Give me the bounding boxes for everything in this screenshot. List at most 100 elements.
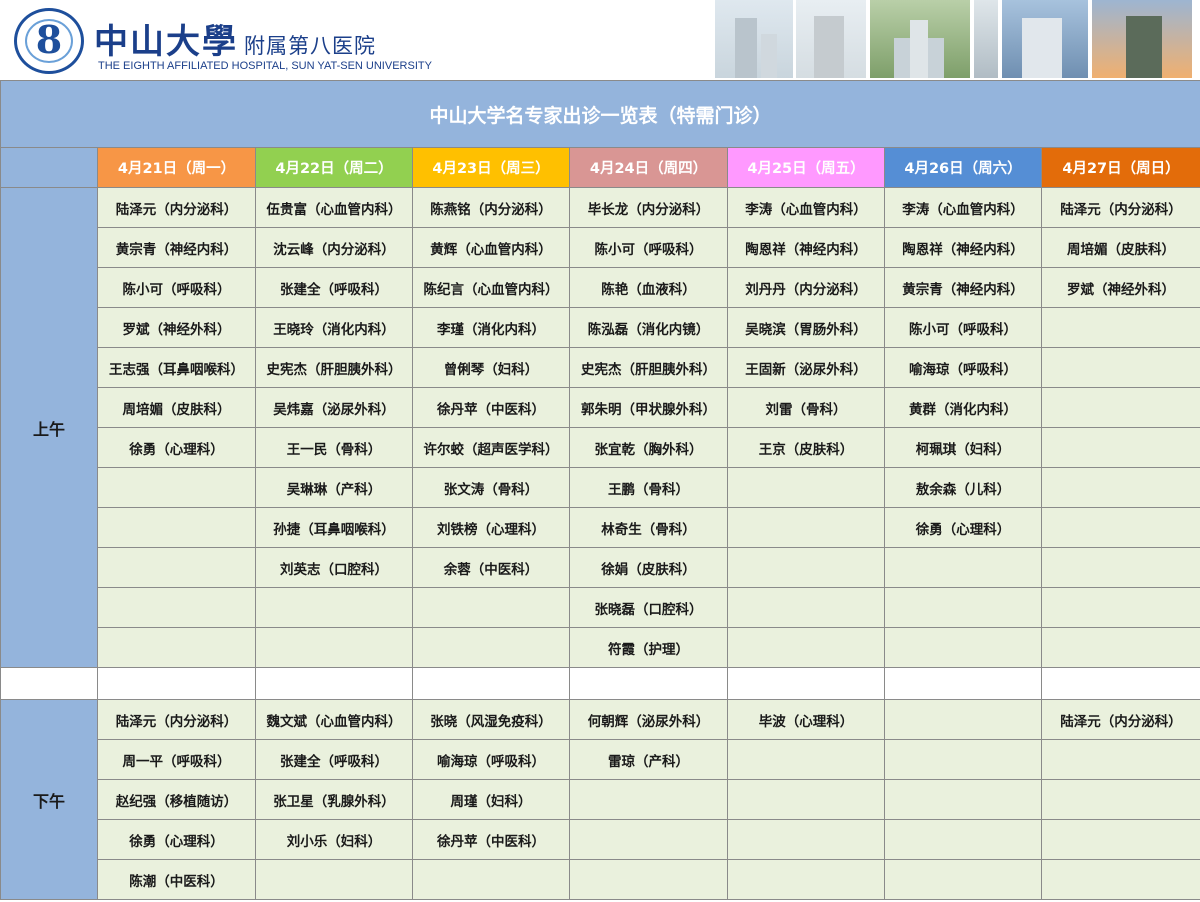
doctor-cell	[1040, 739, 1200, 780]
doctor-cell	[1040, 307, 1200, 348]
doctor-cell: 陆泽元（内分泌科）	[97, 187, 256, 228]
doctor-cell: 柯珮琪（妇科）	[884, 427, 1042, 468]
day-header: 4月27日（周日）	[1040, 147, 1200, 188]
day-header: 4月24日（周四）	[569, 147, 728, 188]
doctor-cell	[884, 627, 1042, 668]
table-row: 陈潮（中医科）	[1, 859, 1200, 900]
doctor-cell: 喻海琼（呼吸科）	[412, 739, 570, 780]
doctor-cell: 陶恩祥（神经内科）	[884, 227, 1042, 268]
table-row: 上午 陆泽元（内分泌科） 伍贵富（心血管内科） 陈燕铭（内分泌科） 毕长龙（内分泌科）李…	[0, 187, 1200, 668]
doctor-cell: 王鹏（骨科）	[569, 467, 728, 508]
table-row: 刘英志（口腔科） 余蓉（中医科） 徐娟（皮肤科）	[1, 547, 1200, 588]
doctor-cell: 陈小可（呼吸科）	[884, 307, 1042, 348]
doctor-cell	[884, 547, 1042, 588]
doctor-cell: 徐勇（心理科）	[884, 507, 1042, 548]
day-header-row: 4月21日（周一） 4月22日（周二） 4月23日（周三） 4月24日（周四） 4月25…	[0, 147, 1200, 188]
doctor-cell	[1040, 467, 1200, 508]
building-photo	[974, 0, 998, 78]
doctor-cell: 史宪杰（肝胆胰外科）	[255, 347, 413, 388]
doctor-cell	[727, 859, 885, 900]
day-header: 4月22日（周二）	[255, 147, 413, 188]
doctor-cell: 史宪杰（肝胆胰外科）	[569, 347, 728, 388]
afternoon-label: 下午	[0, 699, 98, 900]
table-row: 王志强（耳鼻咽喉科） 史宪杰（肝胆胰外科） 曾俐琴（妇科） 史宪杰（肝胆胰外科） 王固新…	[1, 347, 1200, 388]
doctor-cell: 张晓磊（口腔科）	[569, 587, 728, 628]
doctor-cell: 周培媚（皮肤科）	[97, 387, 256, 428]
doctor-cell	[884, 779, 1042, 820]
doctor-cell	[884, 699, 1042, 740]
day-header: 4月25日（周五）	[727, 147, 885, 188]
separator-cell	[884, 667, 1042, 700]
doctor-cell	[727, 779, 885, 820]
doctor-cell	[1040, 779, 1200, 820]
doctor-cell	[727, 547, 885, 588]
doctor-cell: 沈云峰（内分泌科）	[255, 227, 413, 268]
table-row: 张晓磊（口腔科）	[1, 587, 1200, 628]
doctor-cell: 何朝辉（泌尿外科）	[569, 699, 728, 740]
doctor-cell: 吴琳琳（产科）	[255, 467, 413, 508]
doctor-cell: 许尔蛟（超声医学科）	[412, 427, 570, 468]
doctor-cell: 刘铁榜（心理科）	[412, 507, 570, 548]
doctor-cell	[884, 819, 1042, 860]
doctor-cell	[97, 507, 256, 548]
hospital-brand: 中山大學 附属第八医院 THE EIGHTH AFFILIATED HOSPITA…	[94, 14, 432, 72]
doctor-cell	[1040, 427, 1200, 468]
table-row: 符霞（护理）	[1, 627, 1200, 668]
doctor-cell	[727, 819, 885, 860]
doctor-cell	[884, 739, 1042, 780]
doctor-cell: 吴晓滨（胃肠外科）	[727, 307, 885, 348]
hospital-name-small: 附属第八医院	[244, 34, 376, 58]
doctor-cell	[1040, 587, 1200, 628]
doctor-cell: 刘雷（骨科）	[727, 387, 885, 428]
day-header: 4月26日（周六）	[884, 147, 1042, 188]
schedule-title: 中山大学名专家出诊一览表（特需门诊）	[0, 80, 1200, 148]
doctor-cell	[97, 547, 256, 588]
doctor-cell: 王固新（泌尿外科）	[727, 347, 885, 388]
morning-label: 上午	[0, 187, 98, 668]
doctor-cell: 魏文斌（心血管内科）	[255, 699, 413, 740]
doctor-cell: 陈泓磊（消化内镜）	[569, 307, 728, 348]
doctor-cell: 陈纪言（心血管内科）	[412, 267, 570, 308]
table-row: 徐勇（心理科） 刘小乐（妇科） 徐丹苹（中医科）	[1, 819, 1200, 860]
banner-photos	[660, 0, 1200, 80]
separator-cell	[727, 667, 885, 700]
doctor-cell	[1040, 347, 1200, 388]
doctor-cell: 陈潮（中医科）	[97, 859, 256, 900]
table-row: 徐勇（心理科） 王一民（骨科） 许尔蛟（超声医学科） 张宜乾（胸外科） 王京（皮肤科）柯…	[1, 427, 1200, 468]
doctor-cell: 孙捷（耳鼻咽喉科）	[255, 507, 413, 548]
doctor-cell: 黄宗青（神经内科）	[884, 267, 1042, 308]
doctor-cell	[412, 587, 570, 628]
doctor-cell: 毕波（心理科）	[727, 699, 885, 740]
doctor-cell: 王一民（骨科）	[255, 427, 413, 468]
hospital-name-en: THE EIGHTH AFFILIATED HOSPITAL, SUN YAT-…	[98, 60, 432, 72]
doctor-cell: 刘小乐（妇科）	[255, 819, 413, 860]
doctor-cell	[412, 627, 570, 668]
doctor-cell	[255, 627, 413, 668]
table-row: 赵纪强（移植随访） 张卫星（乳腺外科） 周瑾（妇科）	[1, 779, 1200, 820]
building-photo	[1002, 0, 1088, 78]
doctor-cell: 张卫星（乳腺外科）	[255, 779, 413, 820]
doctor-cell: 周培媚（皮肤科）	[1040, 227, 1200, 268]
table-row: 周培媚（皮肤科） 吴炜嘉（泌尿外科） 徐丹苹（中医科） 郭朱明（甲状腺外科） 刘雷（骨科…	[1, 387, 1200, 428]
doctor-cell: 雷琼（产科）	[569, 739, 728, 780]
doctor-cell: 黄群（消化内科）	[884, 387, 1042, 428]
hospital-header: 8 中山大學 附属第八医院 THE EIGHTH AFFILIATED HOSPI…	[0, 0, 1200, 80]
doctor-cell: 徐丹苹（中医科）	[412, 387, 570, 428]
doctor-cell	[1040, 819, 1200, 860]
doctor-cell	[727, 507, 885, 548]
table-row: 罗斌（神经外科） 王晓玲（消化内科） 李瑾（消化内科） 陈泓磊（消化内镜） 吴晓滨（胃肠…	[1, 307, 1200, 348]
doctor-cell	[727, 627, 885, 668]
separator-cell	[255, 667, 413, 700]
doctor-cell: 刘英志（口腔科）	[255, 547, 413, 588]
doctor-cell: 罗斌（神经外科）	[97, 307, 256, 348]
doctor-cell	[884, 587, 1042, 628]
doctor-cell: 郭朱明（甲状腺外科）	[569, 387, 728, 428]
doctor-cell: 林奇生（骨科）	[569, 507, 728, 548]
expert-schedule-table: 中山大学名专家出诊一览表（特需门诊） 4月21日（周一） 4月22日（周二） 4月23…	[0, 80, 1200, 900]
doctor-cell: 张晓（风湿免疫科）	[412, 699, 570, 740]
doctor-cell: 黄辉（心血管内科）	[412, 227, 570, 268]
doctor-cell	[569, 819, 728, 860]
doctor-cell: 曾俐琴（妇科）	[412, 347, 570, 388]
doctor-cell: 陶恩祥（神经内科）	[727, 227, 885, 268]
doctor-cell: 张建全（呼吸科）	[255, 739, 413, 780]
